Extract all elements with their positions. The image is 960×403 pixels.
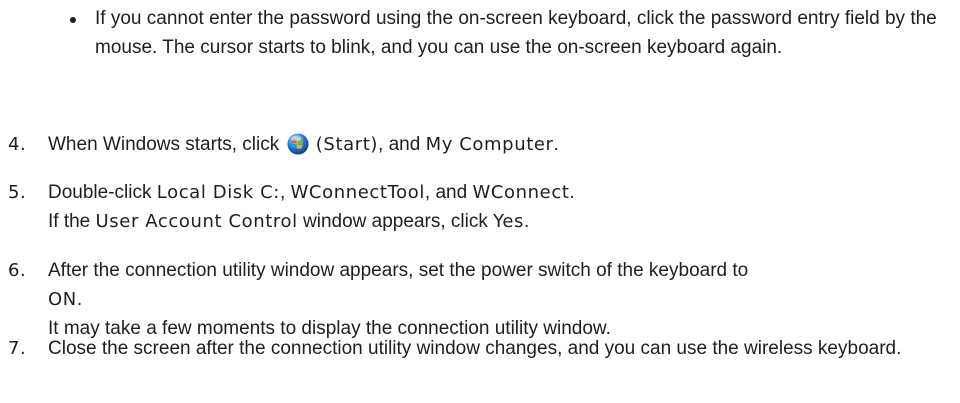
step-4: 4. When Windows starts, click (Start), a…: [0, 130, 948, 159]
step-7: 7. Close the screen after the connection…: [0, 334, 948, 363]
step-text: .: [76, 289, 83, 310]
start-term: (Start): [315, 134, 379, 155]
windows-start-orb-icon: [286, 133, 309, 155]
local-disk-term: Local Disk C:: [156, 182, 280, 203]
note-text: If you cannot enter the password using t…: [95, 8, 937, 58]
uac-term: User Account Control: [95, 211, 298, 232]
step-text: If the: [48, 211, 91, 232]
step-text: Close the screen after the connection ut…: [48, 338, 902, 359]
step-text: .: [523, 211, 530, 232]
my-computer-term: My Computer: [425, 134, 554, 155]
step-text: .: [569, 182, 575, 203]
step-text: When Windows starts, click: [48, 134, 280, 155]
step-6: 6. After the connection utility window a…: [0, 256, 948, 343]
step-text: , and: [424, 182, 468, 203]
step-text: .: [553, 134, 559, 155]
yes-term: Yes: [493, 211, 524, 232]
wconnect-term: WConnect: [472, 182, 570, 203]
note-bullet: If you cannot enter the password using t…: [0, 0, 955, 62]
on-term: ON: [48, 289, 77, 310]
step-number: 6.: [8, 260, 27, 281]
step-number: 7.: [8, 338, 27, 359]
step-number: 5.: [8, 182, 27, 203]
step-5: 5. Double-click Local Disk C:, WConnectT…: [0, 178, 948, 236]
bullet-dot: [70, 17, 76, 23]
step-text: After the connection utility window appe…: [48, 260, 749, 281]
instruction-document: If you cannot enter the password using t…: [0, 0, 960, 359]
step-text: , and: [378, 134, 421, 155]
wconnecttool-term: WConnectTool: [290, 182, 425, 203]
step-text: ,: [279, 182, 286, 203]
step-number: 4.: [8, 134, 27, 155]
step-text: Double-click: [48, 182, 152, 203]
step-text: window appears, click: [303, 211, 488, 232]
